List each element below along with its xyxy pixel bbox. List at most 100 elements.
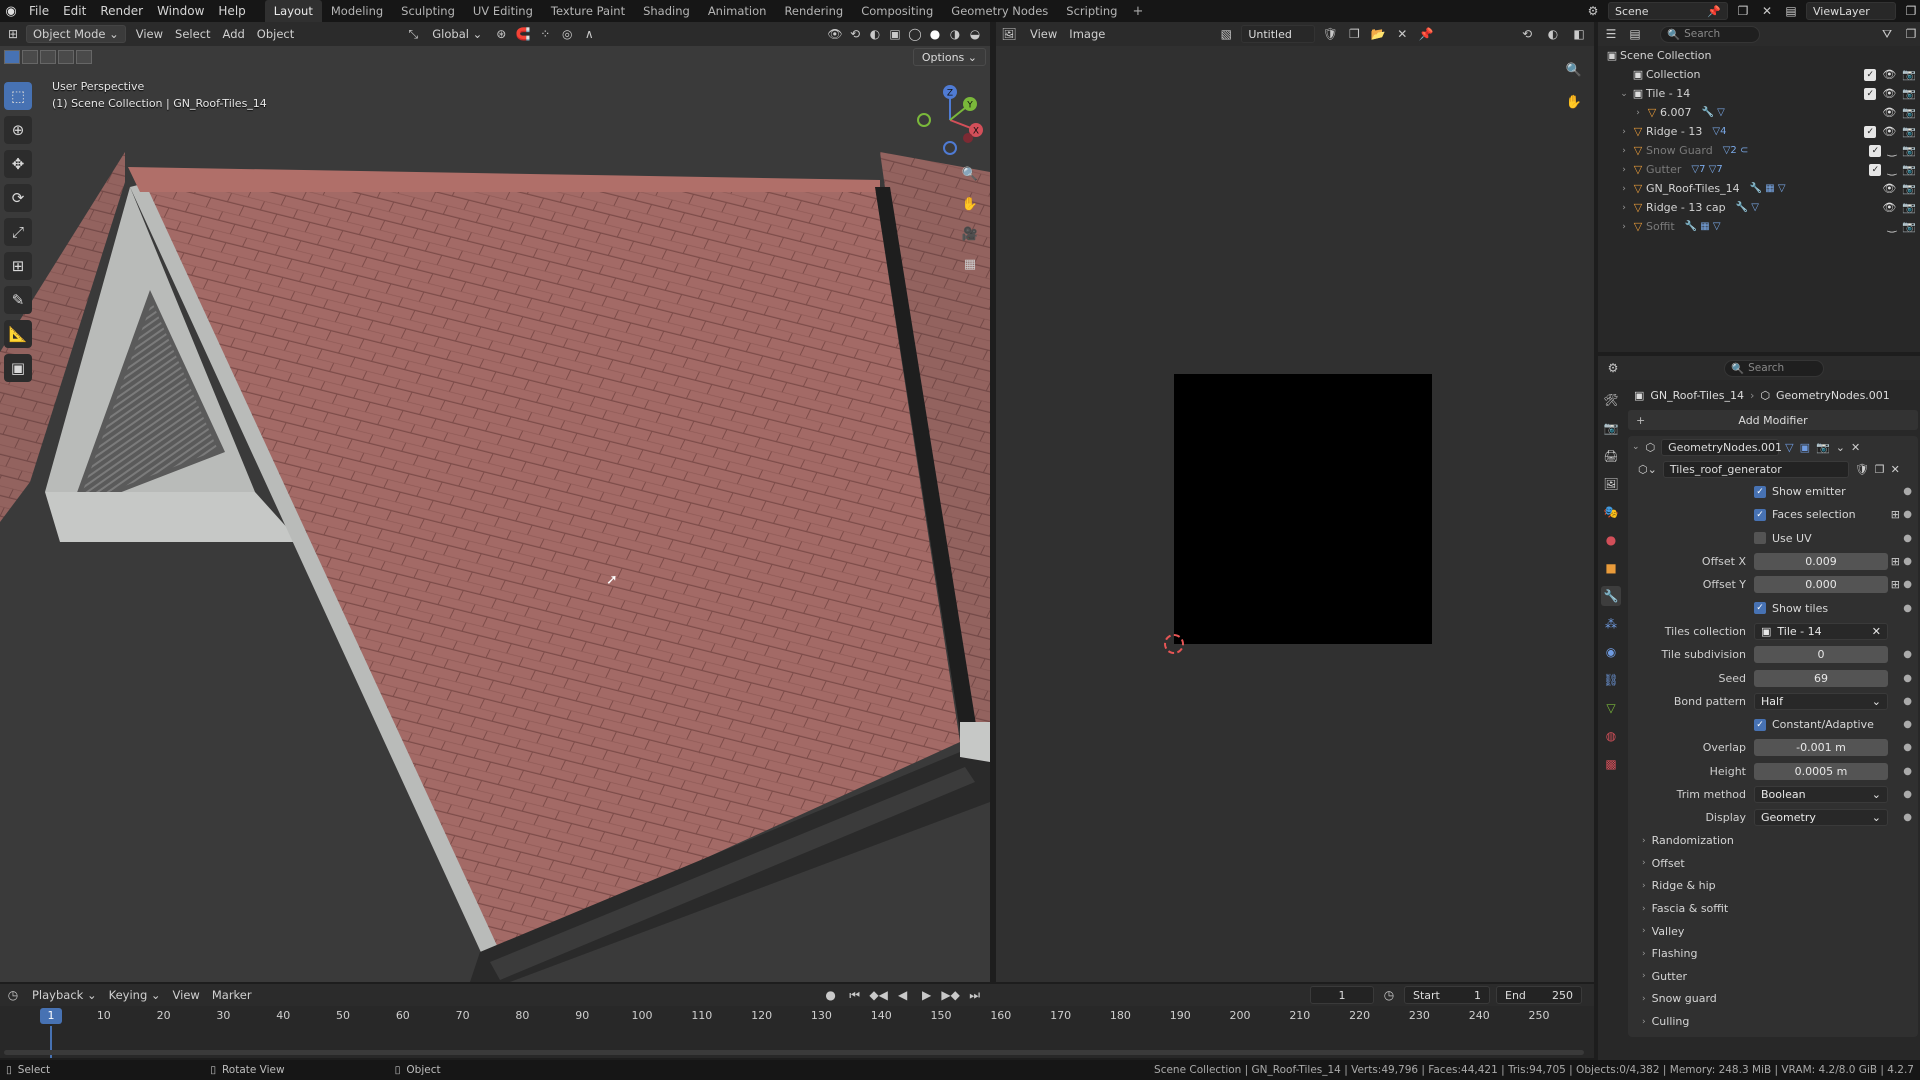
visibility-icon[interactable]: 👁	[1882, 68, 1896, 81]
outliner-search[interactable]: 🔍 Search	[1660, 25, 1760, 43]
render-tab-icon[interactable]: 📷	[1601, 418, 1621, 438]
render-visibility-icon[interactable]: 📷	[1902, 220, 1916, 233]
output-tab-icon[interactable]: 🖨	[1601, 446, 1621, 466]
image-browse-icon[interactable]: ▧	[1217, 25, 1235, 43]
snap-target-icon[interactable]: ⁘	[536, 25, 554, 43]
tab-animation[interactable]: Animation	[699, 0, 776, 22]
image-name-field[interactable]: Untitled	[1241, 25, 1316, 43]
outliner-row[interactable]: › ▽ GN_Roof-Tiles_14 🔧 ▦ ▽ 👁 📷	[1598, 179, 1920, 198]
particles-tab-icon[interactable]: ⁂	[1601, 614, 1621, 634]
modifier-menu-icon[interactable]: ⌄	[1836, 441, 1845, 454]
image-gizmo-icon[interactable]: ⟲	[1518, 25, 1536, 43]
bond-pattern-dropdown[interactable]: Half ⌄	[1754, 692, 1888, 710]
image-menu-view[interactable]: View	[1024, 25, 1063, 43]
timeline-menu-playback[interactable]: Playback ⌄	[26, 986, 103, 1004]
outliner-row[interactable]: › ▽ Snow Guard ▽2 ⊂ ✓ ‿ 📷	[1598, 141, 1920, 160]
scene-tab-icon[interactable]: 🎭	[1601, 502, 1621, 522]
viewport-menu-view[interactable]: View	[130, 25, 169, 43]
display-keyframe-icon[interactable]: ●	[1903, 812, 1912, 823]
image-overlay-icon[interactable]: ◐	[1544, 25, 1562, 43]
image-menu-image[interactable]: Image	[1063, 25, 1111, 43]
viewport-menu-select[interactable]: Select	[169, 25, 216, 43]
ortho-toggle-icon[interactable]: ▦	[958, 252, 982, 276]
visibility-icon[interactable]: ‿	[1887, 163, 1896, 176]
display-dropdown[interactable]: Geometry ⌄	[1754, 809, 1888, 827]
scale-tool-icon[interactable]: ⤢	[4, 218, 32, 246]
new-view-layer-icon[interactable]: ❐	[1902, 2, 1920, 20]
rendered-shading-icon[interactable]: ◒	[966, 25, 984, 43]
visibility-icon[interactable]: 👁	[1882, 125, 1896, 138]
display-mode-icon[interactable]: ▤	[1626, 25, 1644, 43]
timeline-ruler[interactable]: 1 10 20 30 40 50 60 70 80 90 100 110 120 130 140 150 16…	[0, 1006, 1594, 1026]
visibility-icon[interactable]: ‿	[1887, 144, 1896, 157]
visibility-icon[interactable]: 👁	[1882, 182, 1896, 195]
select-subtract-icon[interactable]	[40, 50, 56, 64]
scene-field[interactable]: Scene 📌	[1608, 2, 1728, 20]
tab-rendering[interactable]: Rendering	[775, 0, 852, 22]
trim-method-keyframe-icon[interactable]: ●	[1903, 789, 1912, 800]
constraints-tab-icon[interactable]: ⛓	[1601, 670, 1621, 690]
current-frame-marker[interactable]: 1	[40, 1008, 62, 1024]
select-invert-icon[interactable]	[58, 50, 74, 64]
exclude-checkbox[interactable]: ✓	[1864, 125, 1877, 138]
material-shading-icon[interactable]: ◑	[946, 25, 964, 43]
new-collection-icon[interactable]: ❐	[1902, 25, 1920, 43]
edit-mode-toggle-icon[interactable]: ▽	[1785, 441, 1793, 454]
xray-icon[interactable]: ▣	[886, 25, 904, 43]
trim-method-dropdown[interactable]: Boolean ⌄	[1754, 786, 1888, 803]
image-editor-type-icon[interactable]: 🖼	[1000, 25, 1018, 43]
gizmo-neg-y-icon[interactable]	[917, 113, 931, 127]
add-cube-tool-icon[interactable]: ▣	[4, 354, 32, 382]
keyframe-icon[interactable]: ●	[1903, 509, 1912, 520]
auto-keying-icon[interactable]: ●	[822, 986, 840, 1004]
constant-adaptive-keyframe-icon[interactable]: ●	[1903, 719, 1912, 730]
panel-fascia-soffit[interactable]: › Fascia & soffit	[1628, 897, 1918, 920]
viewport-menu-object[interactable]: Object	[251, 25, 300, 43]
outliner-row[interactable]: ⌄ ▣ Tile - 14 ✓ 👁 📷	[1598, 84, 1920, 103]
timeline[interactable]: ◷ Playback ⌄ Keying ⌄ View Marker ● ⏮ ◆◀ ◀ …	[0, 984, 1594, 1058]
exclude-checkbox[interactable]: ✓	[1864, 87, 1877, 100]
tab-geometry-nodes[interactable]: Geometry Nodes	[942, 0, 1057, 22]
image-zoom-icon[interactable]: 🔍	[1562, 58, 1586, 82]
menu-window[interactable]: Window	[150, 0, 211, 22]
options-button[interactable]: Options ⌄	[912, 48, 986, 66]
outliner-row[interactable]: › ▽ Gutter ▽7 ▽7 ✓ ‿ 📷	[1598, 160, 1920, 179]
expand-icon[interactable]: ›	[1618, 203, 1630, 213]
tab-sculpting[interactable]: Sculpting	[392, 0, 464, 22]
move-tool-icon[interactable]: ✥	[4, 150, 32, 178]
node-duplicate-icon[interactable]: ❐	[1875, 463, 1885, 476]
pan-icon[interactable]: ✋	[958, 192, 982, 216]
tab-shading[interactable]: Shading	[634, 0, 699, 22]
outliner-type-icon[interactable]: ☰	[1602, 25, 1620, 43]
viewport-menu-add[interactable]: Add	[217, 25, 251, 43]
2d-cursor-icon[interactable]	[1164, 634, 1184, 654]
material-tab-icon[interactable]: ◍	[1601, 726, 1621, 746]
tool-tab-icon[interactable]: 🛠	[1601, 390, 1621, 410]
expand-icon[interactable]: ⌄	[1618, 89, 1630, 99]
offset-y-keyframe-icon[interactable]: ●	[1903, 579, 1912, 590]
wireframe-shading-icon[interactable]: ◯	[906, 25, 924, 43]
visibility-icon[interactable]: 👁	[1882, 106, 1896, 119]
3d-viewport[interactable]: ⊞ Object Mode ⌄ View Select Add Object ⤡ Gl…	[0, 22, 990, 982]
outliner-row[interactable]: › ▽ Ridge - 13 ▽4 ✓ 👁 📷	[1598, 122, 1920, 141]
keyframe-icon[interactable]: ●	[1903, 533, 1912, 544]
select-intersect-icon[interactable]	[76, 50, 92, 64]
roof-scene[interactable]	[0, 22, 990, 982]
camera-view-icon[interactable]: 🎥	[958, 222, 982, 246]
outliner-row[interactable]: › ▽ 6.007 🔧 ▽ 👁 📷	[1598, 103, 1920, 122]
proportional-edit-icon[interactable]: ◎	[558, 25, 576, 43]
panel-offset[interactable]: › Offset	[1628, 852, 1918, 875]
overlay-icon[interactable]: ◐	[866, 25, 884, 43]
tab-compositing[interactable]: Compositing	[852, 0, 942, 22]
data-tab-icon[interactable]: ▽	[1601, 698, 1621, 718]
seed-keyframe-icon[interactable]: ●	[1903, 673, 1912, 684]
expand-icon[interactable]: ›	[1618, 146, 1630, 156]
show-tiles-keyframe-icon[interactable]: ●	[1903, 603, 1912, 614]
visibility-icon[interactable]: ‿	[1887, 220, 1896, 233]
view-layer-field[interactable]: ViewLayer	[1806, 2, 1896, 20]
blender-logo-icon[interactable]: ◉	[0, 0, 22, 22]
properties-search[interactable]: 🔍 Search	[1724, 359, 1824, 377]
properties-type-icon[interactable]: ⚙	[1604, 359, 1622, 377]
falloff-icon[interactable]: ∧	[580, 25, 598, 43]
tiles-collection-field[interactable]: ▣ Tile - 14 ✕	[1754, 622, 1888, 640]
